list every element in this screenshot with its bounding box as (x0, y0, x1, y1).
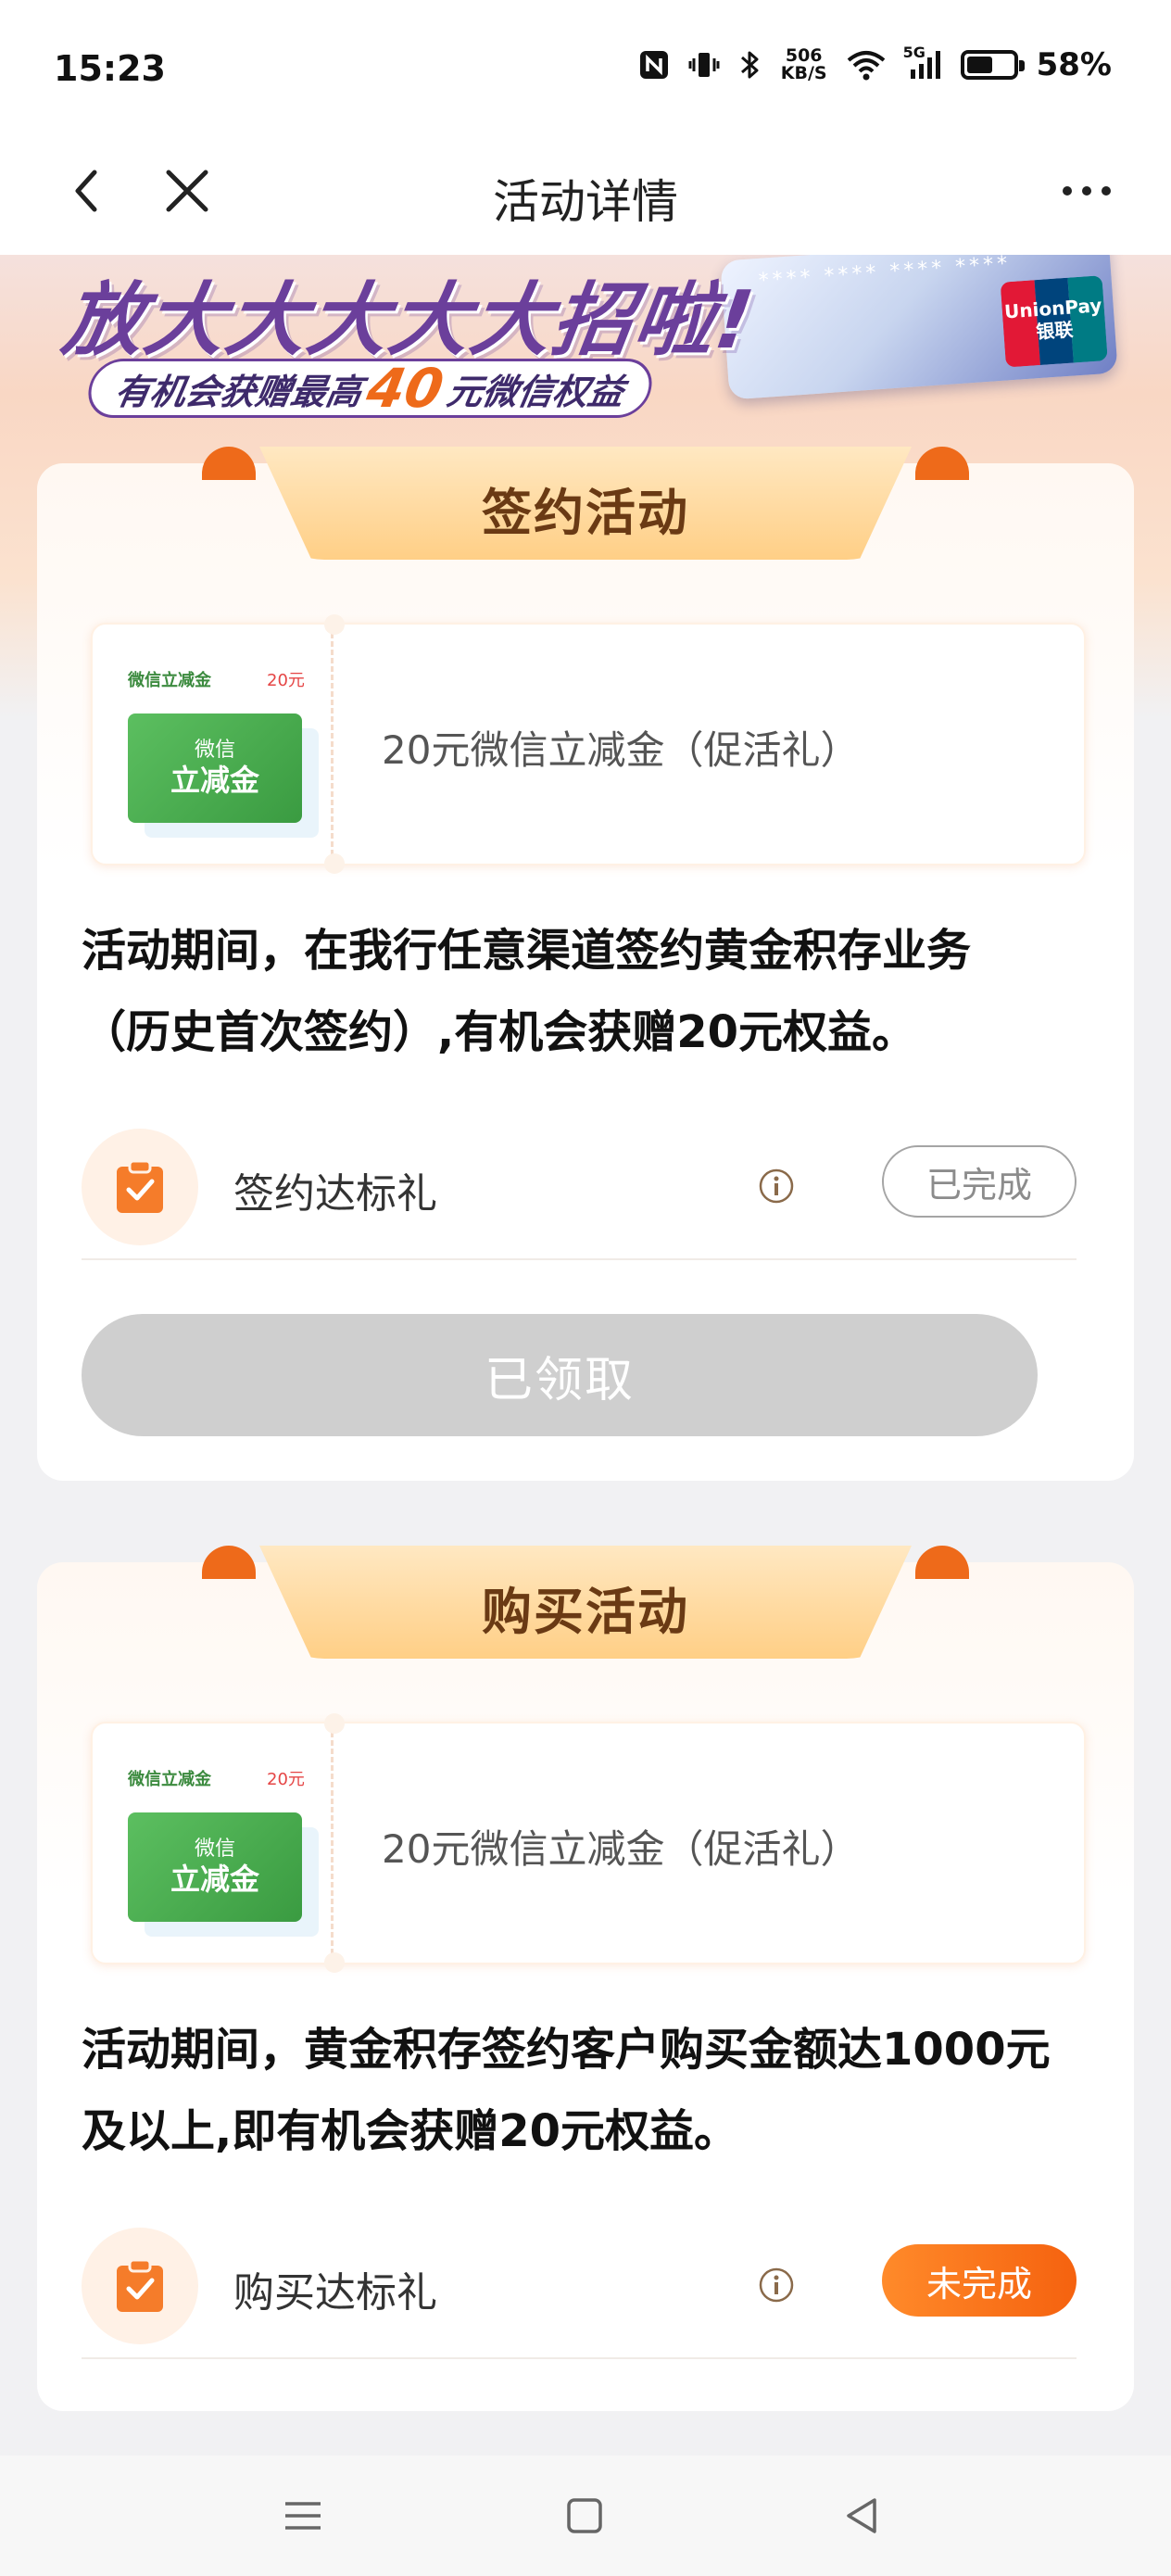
purchase-activity-card: 购买活动 微信立减金 20元 微信 立减金 20元微信立减金（促活礼） 活动期间… (37, 1546, 1134, 2411)
banner-subtitle: 有机会获赠最高 40 元微信权益 (83, 357, 657, 420)
home-icon[interactable] (560, 2491, 610, 2541)
ribbon-decoration (202, 1546, 256, 1579)
coupon-mini-label: 微信立减金 (128, 1770, 211, 1789)
clipboard-check-icon (117, 1159, 163, 1213)
status-icons: 506 KB/S 5G 58% (638, 44, 1112, 83)
description-line: 活动期间，黄金积存签约客户购买金额达1000元 (82, 2024, 1051, 2076)
voucher-line-1: 微信 (194, 1837, 235, 1861)
wechat-voucher-image: 微信 立减金 (128, 713, 302, 823)
system-nav-bar (0, 2456, 1171, 2576)
network-speed: 506 KB/S (781, 47, 827, 82)
coupon-notch (324, 853, 345, 874)
back-triangle-icon[interactable] (837, 2491, 888, 2541)
coupon-title: 20元微信立减金（促活礼） (382, 727, 860, 773)
activity-description: 活动期间，在我行任意渠道签约黄金积存业务 （历史首次签约）,有机会获赠20元权益… (82, 910, 1110, 1073)
network-speed-unit: KB/S (780, 63, 827, 83)
coupon-mini-amount: 20元 (267, 1770, 305, 1789)
status-bar: 15:23 506 KB/S 5G 58% (0, 0, 1171, 139)
task-row: 签约达标礼 已完成 (82, 1121, 1077, 1260)
task-icon-badge (82, 1129, 198, 1245)
task-label: 购买达标礼 (233, 2269, 437, 2317)
banner-subtitle-suffix: 元微信权益 (444, 371, 628, 412)
status-time: 15:23 (54, 48, 166, 89)
wifi-icon (846, 49, 887, 81)
banner-subtitle-prefix: 有机会获赠最高 (111, 371, 366, 412)
coupon-title: 20元微信立减金（促活礼） (382, 1826, 860, 1872)
section-ribbon: 购买活动 (37, 1546, 1134, 1675)
battery-fill (966, 57, 993, 73)
network-type: 5G (902, 44, 925, 61)
description-line: 活动期间，在我行任意渠道签约黄金积存业务 (82, 925, 972, 977)
ribbon-decoration (202, 447, 256, 480)
voucher-line-2: 立减金 (170, 763, 259, 798)
task-row: 购买达标礼 未完成 (82, 2220, 1077, 2359)
coupon-card: 微信立减金 20元 微信 立减金 20元微信立减金（促活礼） (91, 614, 1086, 874)
coupon-notch (324, 1713, 345, 1734)
signal-5g-icon: 5G (903, 44, 942, 81)
wechat-voucher-image: 微信 立减金 (128, 1812, 302, 1922)
coupon-stub: 微信立减金 20元 微信 立减金 (93, 1724, 334, 1963)
battery-percent: 58% (1036, 46, 1112, 83)
task-icon-badge (82, 2228, 198, 2344)
page-title: 活动详情 (493, 175, 678, 229)
nfc-icon (638, 49, 670, 81)
banner-headline: 放大大大大大招啦! (57, 274, 762, 367)
ribbon-header: 购买活动 (259, 1546, 912, 1659)
section-title: 购买活动 (482, 1582, 689, 1641)
vibrate-icon (688, 49, 720, 81)
sign-activity-card: 签约活动 微信立减金 20元 微信 立减金 20元微信立减金（促活礼） 活动期间… (37, 447, 1134, 1481)
voucher-line-2: 立减金 (170, 1862, 259, 1897)
ribbon-decoration (915, 1546, 969, 1579)
nav-bar: 活动详情 (0, 139, 1171, 255)
ribbon-header: 签约活动 (259, 447, 912, 560)
info-icon[interactable] (758, 2267, 795, 2304)
activity-description: 活动期间，黄金积存签约客户购买金额达1000元 及以上,即有机会获赠20元权益。 (82, 2009, 1110, 2172)
menu-icon[interactable] (278, 2491, 328, 2541)
battery-icon (960, 50, 1025, 80)
task-status-button[interactable]: 未完成 (882, 2244, 1077, 2317)
banner-subtitle-amount: 40 (362, 357, 448, 420)
section-ribbon: 签约活动 (37, 447, 1134, 576)
coupon-notch (324, 1952, 345, 1973)
ribbon-decoration (915, 447, 969, 480)
claim-button[interactable]: 已领取 (82, 1314, 1038, 1436)
clipboard-check-icon (117, 2258, 163, 2312)
bank-card-image: **** **** **** **** UnionPay 银联 (720, 255, 1118, 400)
coupon-card: 微信立减金 20元 微信 立减金 20元微信立减金（促活礼） (91, 1713, 1086, 1973)
more-dots-icon[interactable] (1054, 180, 1119, 202)
coupon-stub: 微信立减金 20元 微信 立减金 (93, 625, 334, 864)
bluetooth-icon (738, 49, 762, 81)
unionpay-logo: UnionPay 银联 (1000, 275, 1108, 368)
description-line: （历史首次签约）,有机会获赠20元权益。 (82, 1006, 917, 1058)
section-title: 签约活动 (482, 483, 689, 542)
task-status-button[interactable]: 已完成 (882, 1145, 1077, 1218)
info-icon[interactable] (758, 1168, 795, 1205)
task-label: 签约达标礼 (233, 1170, 437, 1218)
coupon-notch (324, 614, 345, 635)
coupon-mini-label: 微信立减金 (128, 671, 211, 690)
coupon-mini-amount: 20元 (267, 671, 305, 690)
card-number-mask: **** **** **** **** (758, 255, 1013, 293)
voucher-line-1: 微信 (194, 739, 235, 762)
description-line: 及以上,即有机会获赠20元权益。 (82, 2105, 739, 2157)
